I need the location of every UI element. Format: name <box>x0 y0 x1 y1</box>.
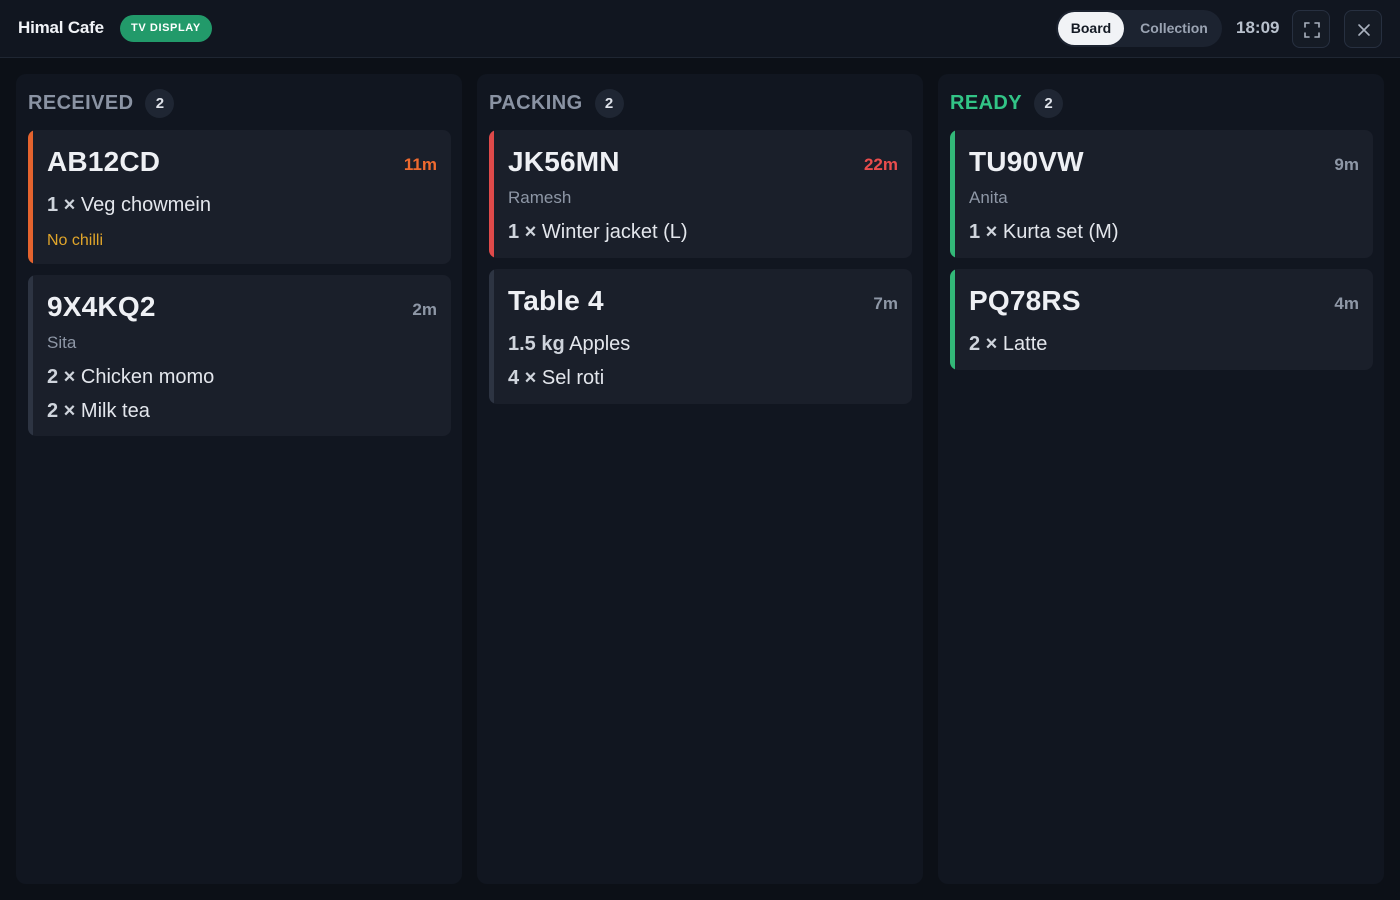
order-card[interactable]: TU90VW 9m Anita 1 × Kurta set (M) <box>950 130 1373 258</box>
order-card[interactable]: 9X4KQ2 2m Sita 2 × Chicken momo 2 × Milk… <box>28 275 451 436</box>
order-age: 22m <box>863 155 898 174</box>
order-age: 4m <box>1334 294 1359 313</box>
order-card[interactable]: PQ78RS 4m 2 × Latte <box>950 269 1373 370</box>
column-ready: READY 2 TU90VW 9m Anita 1 × Kurta set (M… <box>938 74 1384 884</box>
order-code: 9X4KQ2 <box>47 291 156 322</box>
item-qty: 4 × <box>508 367 537 389</box>
item-name: Milk tea <box>80 400 150 422</box>
item-qty: 1 × <box>508 221 537 243</box>
item-name: Veg chowmein <box>80 194 211 216</box>
order-code: Table 4 <box>508 285 604 316</box>
order-card[interactable]: Table 4 7m 1.5 kg Apples 4 × Sel roti <box>489 269 912 404</box>
column-header: PACKING 2 <box>489 88 624 118</box>
order-age: 2m <box>412 300 437 319</box>
close-icon <box>1358 24 1370 36</box>
order-item: 1 × Winter jacket (L) <box>508 221 688 244</box>
card-stripe <box>28 275 33 436</box>
app-title: Himal Cafe <box>18 18 104 37</box>
item-name: Winter jacket (L) <box>541 221 688 243</box>
column-received: RECEIVED 2 AB12CD 11m 1 × Veg chowmein N… <box>16 74 462 884</box>
item-name: Kurta set (M) <box>1002 221 1119 243</box>
item-qty: 1 × <box>47 194 76 216</box>
view-switcher: Board Collection <box>1056 10 1222 47</box>
column-count-badge: 2 <box>145 88 175 118</box>
tv-display-badge: TV DISPLAY <box>120 15 212 42</box>
order-item: 2 × Latte <box>969 333 1047 356</box>
order-card[interactable]: AB12CD 11m 1 × Veg chowmein No chilli <box>28 130 451 264</box>
item-name: Chicken momo <box>80 366 215 388</box>
order-item: 2 × Milk tea <box>47 400 150 423</box>
item-qty: 2 × <box>969 333 998 355</box>
order-age: 9m <box>1334 155 1359 174</box>
item-name: Latte <box>1002 333 1048 355</box>
customer-name: Sita <box>47 333 77 352</box>
item-qty: 1 × <box>969 221 998 243</box>
order-age: 7m <box>873 294 898 313</box>
order-item: 2 × Chicken momo <box>47 366 214 389</box>
urgency-stripe <box>489 130 494 258</box>
order-item: 1 × Veg chowmein <box>47 194 211 217</box>
urgency-stripe <box>28 130 33 264</box>
customer-name: Anita <box>969 188 1008 207</box>
ready-stripe <box>950 130 955 258</box>
order-card[interactable]: JK56MN 22m Ramesh 1 × Winter jacket (L) <box>489 130 912 258</box>
customer-name: Ramesh <box>508 188 572 207</box>
top-bar: Himal Cafe TV DISPLAY Board Collection 1… <box>0 0 1400 58</box>
column-count-badge: 2 <box>1034 88 1064 118</box>
column-title: PACKING <box>489 91 583 114</box>
column-title: READY <box>950 91 1023 114</box>
column-header: RECEIVED 2 <box>28 88 175 118</box>
order-code: PQ78RS <box>969 285 1081 316</box>
clock: 18:09 <box>1236 18 1280 37</box>
order-code: TU90VW <box>969 146 1084 177</box>
collection-tab[interactable]: Collection <box>1128 12 1220 45</box>
item-qty: 2 × <box>47 400 76 422</box>
fullscreen-button[interactable] <box>1292 10 1330 48</box>
item-qty: 1.5 kg <box>508 333 565 355</box>
column-count-badge: 2 <box>594 88 624 118</box>
order-code: AB12CD <box>47 146 161 177</box>
order-age: 11m <box>403 155 437 174</box>
item-name: Sel roti <box>541 367 605 389</box>
ready-stripe <box>950 269 955 370</box>
order-item: 1 × Kurta set (M) <box>969 221 1119 244</box>
order-item: 4 × Sel roti <box>508 367 604 390</box>
close-button[interactable] <box>1344 10 1382 48</box>
column-title: RECEIVED <box>28 91 134 114</box>
fullscreen-icon <box>1304 22 1320 38</box>
board-tab[interactable]: Board <box>1058 12 1124 45</box>
card-stripe <box>489 269 494 404</box>
item-qty: 2 × <box>47 366 76 388</box>
column-packing: PACKING 2 JK56MN 22m Ramesh 1 × Winter j… <box>477 74 923 884</box>
order-item: 1.5 kg Apples <box>508 333 630 356</box>
column-header: READY 2 <box>950 88 1064 118</box>
order-note: No chilli <box>47 232 104 249</box>
item-name: Apples <box>569 333 631 355</box>
order-code: JK56MN <box>508 146 620 177</box>
